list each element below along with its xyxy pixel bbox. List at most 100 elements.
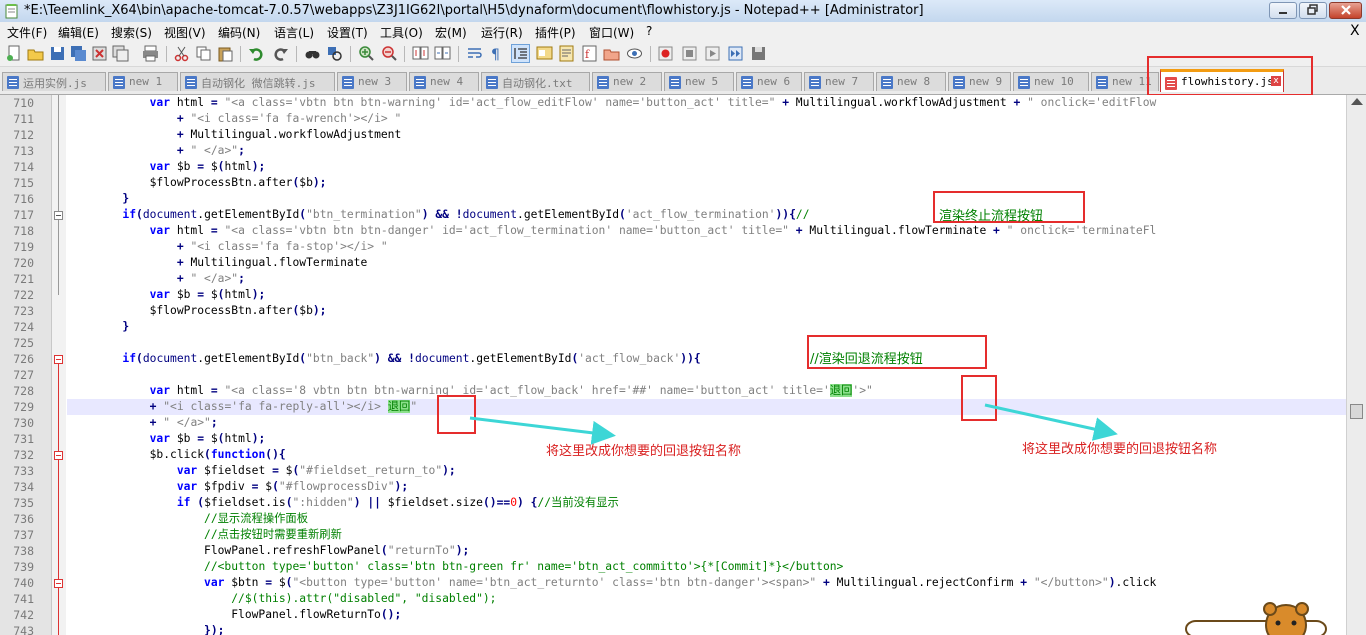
redo-icon[interactable] [272,45,289,62]
tab-new-9[interactable]: new 9 [948,72,1011,91]
line-number: 714 [13,160,34,174]
fold-toggle-icon[interactable] [54,355,63,364]
open-file-icon[interactable] [27,45,44,62]
close-icon [1340,5,1351,15]
tab-new-7[interactable]: new 7 [804,72,874,91]
menu-edit[interactable]: 编辑(E) [58,24,99,41]
tab-new-1[interactable]: new 1 [108,72,178,91]
tab-new-4[interactable]: new 4 [409,72,479,91]
code-line: + "<i class='fa fa-stop'></i> " [176,240,388,253]
tab-zidong-txt[interactable]: 自动钢化.txt [481,72,590,91]
menu-plugins[interactable]: 插件(P) [535,24,576,41]
menu-help[interactable]: ? [646,24,652,38]
code-line: } [122,192,130,205]
menu-encoding[interactable]: 编码(N) [218,24,260,41]
menu-search[interactable]: 搜索(S) [111,24,152,41]
sync-vertical-icon[interactable] [412,45,429,62]
annotation-box-label-right [961,375,997,421]
play-macro-icon[interactable] [704,45,721,62]
undo-icon[interactable] [248,45,265,62]
document-map-icon[interactable] [558,45,575,62]
zoom-in-icon[interactable] [358,45,375,62]
file-icon [113,76,125,89]
tab-zidong-weixin[interactable]: 自动钢化 微信跳转.js [180,72,335,91]
word-wrap-icon[interactable] [466,45,483,62]
annotation-comment-back: //渲染回退流程按钮 [810,352,923,367]
tab-new-6[interactable]: new 6 [736,72,802,91]
scrollbar-thumb[interactable] [1350,404,1363,419]
code-line: + Multilingual.workflowAdjustment [176,128,402,141]
menu-tools[interactable]: 工具(O) [380,24,423,41]
menu-window[interactable]: 窗口(W) [589,24,634,41]
vertical-scrollbar[interactable] [1346,95,1366,635]
menu-run[interactable]: 运行(R) [481,24,523,41]
close-window-button[interactable] [1329,2,1362,19]
replace-icon[interactable] [326,45,343,62]
save-icon[interactable] [49,45,66,62]
mascot-bear-icon [1185,602,1327,635]
menu-language[interactable]: 语言(L) [274,24,314,41]
toolbar-separator [166,46,167,62]
fold-guide [58,95,59,295]
file-icon [597,76,609,89]
sync-horizontal-icon[interactable] [434,45,451,62]
fold-toggle-icon[interactable] [54,579,63,588]
function-list-icon[interactable]: f [581,45,598,62]
user-language-icon[interactable] [536,45,553,62]
copy-icon[interactable] [195,45,212,62]
record-macro-icon[interactable] [657,45,674,62]
line-number: 712 [13,128,34,142]
close-all-icon[interactable] [112,45,129,62]
find-icon[interactable] [304,45,321,62]
line-number: 725 [13,336,34,350]
menu-settings[interactable]: 设置(T) [327,24,368,41]
menu-bar: 文件(F) 编辑(E) 搜索(S) 视图(V) 编码(N) 语言(L) 设置(T… [0,22,1366,42]
annotation-box-tab [1147,56,1313,96]
fold-toggle-icon[interactable] [54,451,63,460]
fold-margin [52,95,66,635]
tab-new-3[interactable]: new 3 [337,72,407,91]
save-all-icon[interactable] [70,45,87,62]
indent-guide-icon[interactable] [511,44,530,63]
file-icon [486,76,498,89]
code-line: } [122,320,130,333]
line-number: 738 [13,544,34,558]
code-editor[interactable]: 710 711 712 713 714 715 716 717 718 719 … [0,95,1366,635]
code-line: FlowPanel.refreshFlowPanel("returnTo"); [68,544,470,557]
line-number: 723 [13,304,34,318]
code-line: var $b = $(html); [149,288,266,301]
fold-toggle-icon[interactable] [54,211,63,220]
scroll-up-arrow-icon[interactable] [1351,98,1363,105]
save-macro-icon[interactable] [750,45,767,62]
close-file-icon[interactable] [91,45,108,62]
folder-workspace-icon[interactable] [603,45,620,62]
new-file-icon[interactable] [6,45,23,62]
tab-label: new 6 [757,75,791,88]
restore-button[interactable] [1299,2,1327,19]
cut-icon[interactable] [173,45,190,62]
code-line: //点击按钮时需要重新刷新 [204,528,342,541]
paste-icon[interactable] [217,45,234,62]
minimize-button[interactable] [1269,2,1297,19]
menu-view[interactable]: 视图(V) [164,24,206,41]
tab-new-5[interactable]: new 5 [664,72,734,91]
tab-yunyong-shili[interactable]: 运用实例.js [2,72,106,91]
monitoring-eye-icon[interactable] [626,45,643,62]
tab-new-2[interactable]: new 2 [592,72,662,91]
minimize-icon [1279,12,1287,14]
show-all-chars-icon[interactable]: ¶ [488,45,505,62]
close-document-button[interactable]: X [1350,23,1360,39]
print-icon[interactable] [142,45,159,62]
code-line: var $fieldset = $("#fieldset_return_to")… [176,464,456,477]
menu-macro[interactable]: 宏(M) [435,24,467,41]
tab-new-10[interactable]: new 10 [1013,72,1089,91]
line-number: 732 [13,448,34,462]
line-number: 721 [13,272,34,286]
fold-guide [58,363,59,635]
zoom-out-icon[interactable] [381,45,398,62]
menu-file[interactable]: 文件(F) [7,24,47,41]
run-macro-multiple-icon[interactable] [727,45,744,62]
code-line: $b.click(function(){ [68,448,286,461]
stop-macro-icon[interactable] [681,45,698,62]
tab-new-8[interactable]: new 8 [876,72,946,91]
